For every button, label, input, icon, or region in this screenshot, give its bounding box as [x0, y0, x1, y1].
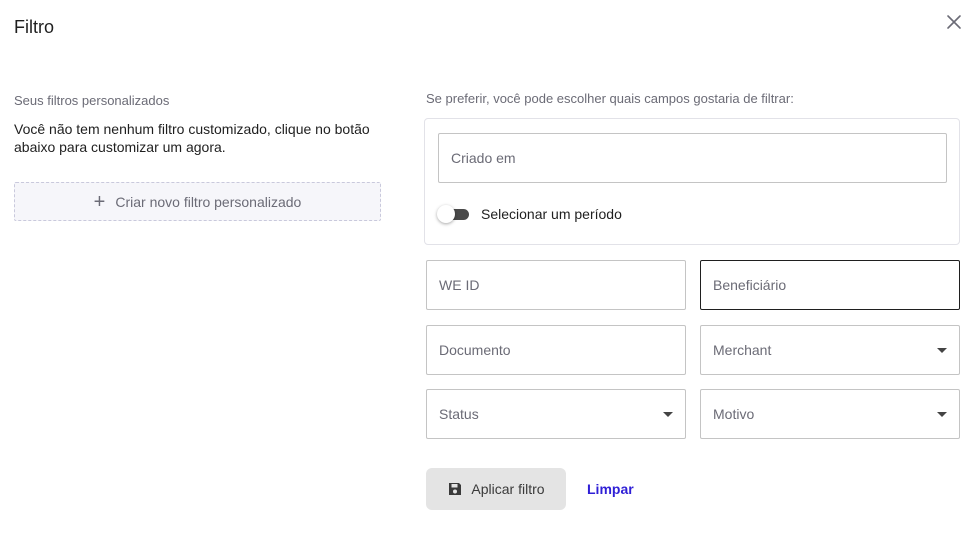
merchant-select[interactable]: Merchant: [700, 325, 960, 375]
apply-filter-button[interactable]: Aplicar filtro: [426, 468, 566, 510]
plus-icon: +: [93, 190, 106, 213]
create-custom-filter-label: Criar novo filtro personalizado: [115, 193, 302, 210]
document-placeholder: Documento: [439, 342, 511, 358]
custom-filters-empty-message: Você não tem nenhum filtro customizado, …: [14, 121, 370, 155]
we-id-field[interactable]: WE ID: [426, 260, 686, 310]
custom-filters-label: Seus filtros personalizados: [14, 93, 170, 108]
create-custom-filter-button[interactable]: + Criar novo filtro personalizado: [14, 182, 381, 221]
chevron-down-icon: [663, 411, 673, 417]
close-icon: [947, 15, 961, 29]
close-button[interactable]: [944, 12, 964, 32]
created-at-field[interactable]: Criado em: [438, 133, 947, 183]
created-at-placeholder: Criado em: [451, 150, 516, 166]
reason-placeholder: Motivo: [713, 406, 755, 422]
fields-section-label: Se preferir, você pode escolher quais ca…: [426, 91, 794, 106]
period-toggle-label: Selecionar um período: [481, 206, 622, 222]
we-id-placeholder: WE ID: [439, 277, 480, 293]
apply-filter-label: Aplicar filtro: [471, 481, 545, 497]
save-icon: [449, 483, 462, 495]
period-toggle-switch[interactable]: [437, 205, 469, 223]
chevron-down-icon: [937, 347, 947, 353]
status-select[interactable]: Status: [426, 389, 686, 439]
beneficiary-placeholder: Beneficiário: [713, 277, 787, 293]
beneficiary-field[interactable]: Beneficiário: [700, 260, 960, 310]
period-toggle[interactable]: Selecionar um período: [437, 205, 622, 223]
modal-title: Filtro: [14, 17, 54, 37]
document-field[interactable]: Documento: [426, 325, 686, 375]
merchant-placeholder: Merchant: [713, 342, 772, 358]
reason-select[interactable]: Motivo: [700, 389, 960, 439]
status-placeholder: Status: [439, 406, 479, 422]
chevron-down-icon: [937, 411, 947, 417]
clear-filters-link[interactable]: Limpar: [587, 481, 634, 497]
